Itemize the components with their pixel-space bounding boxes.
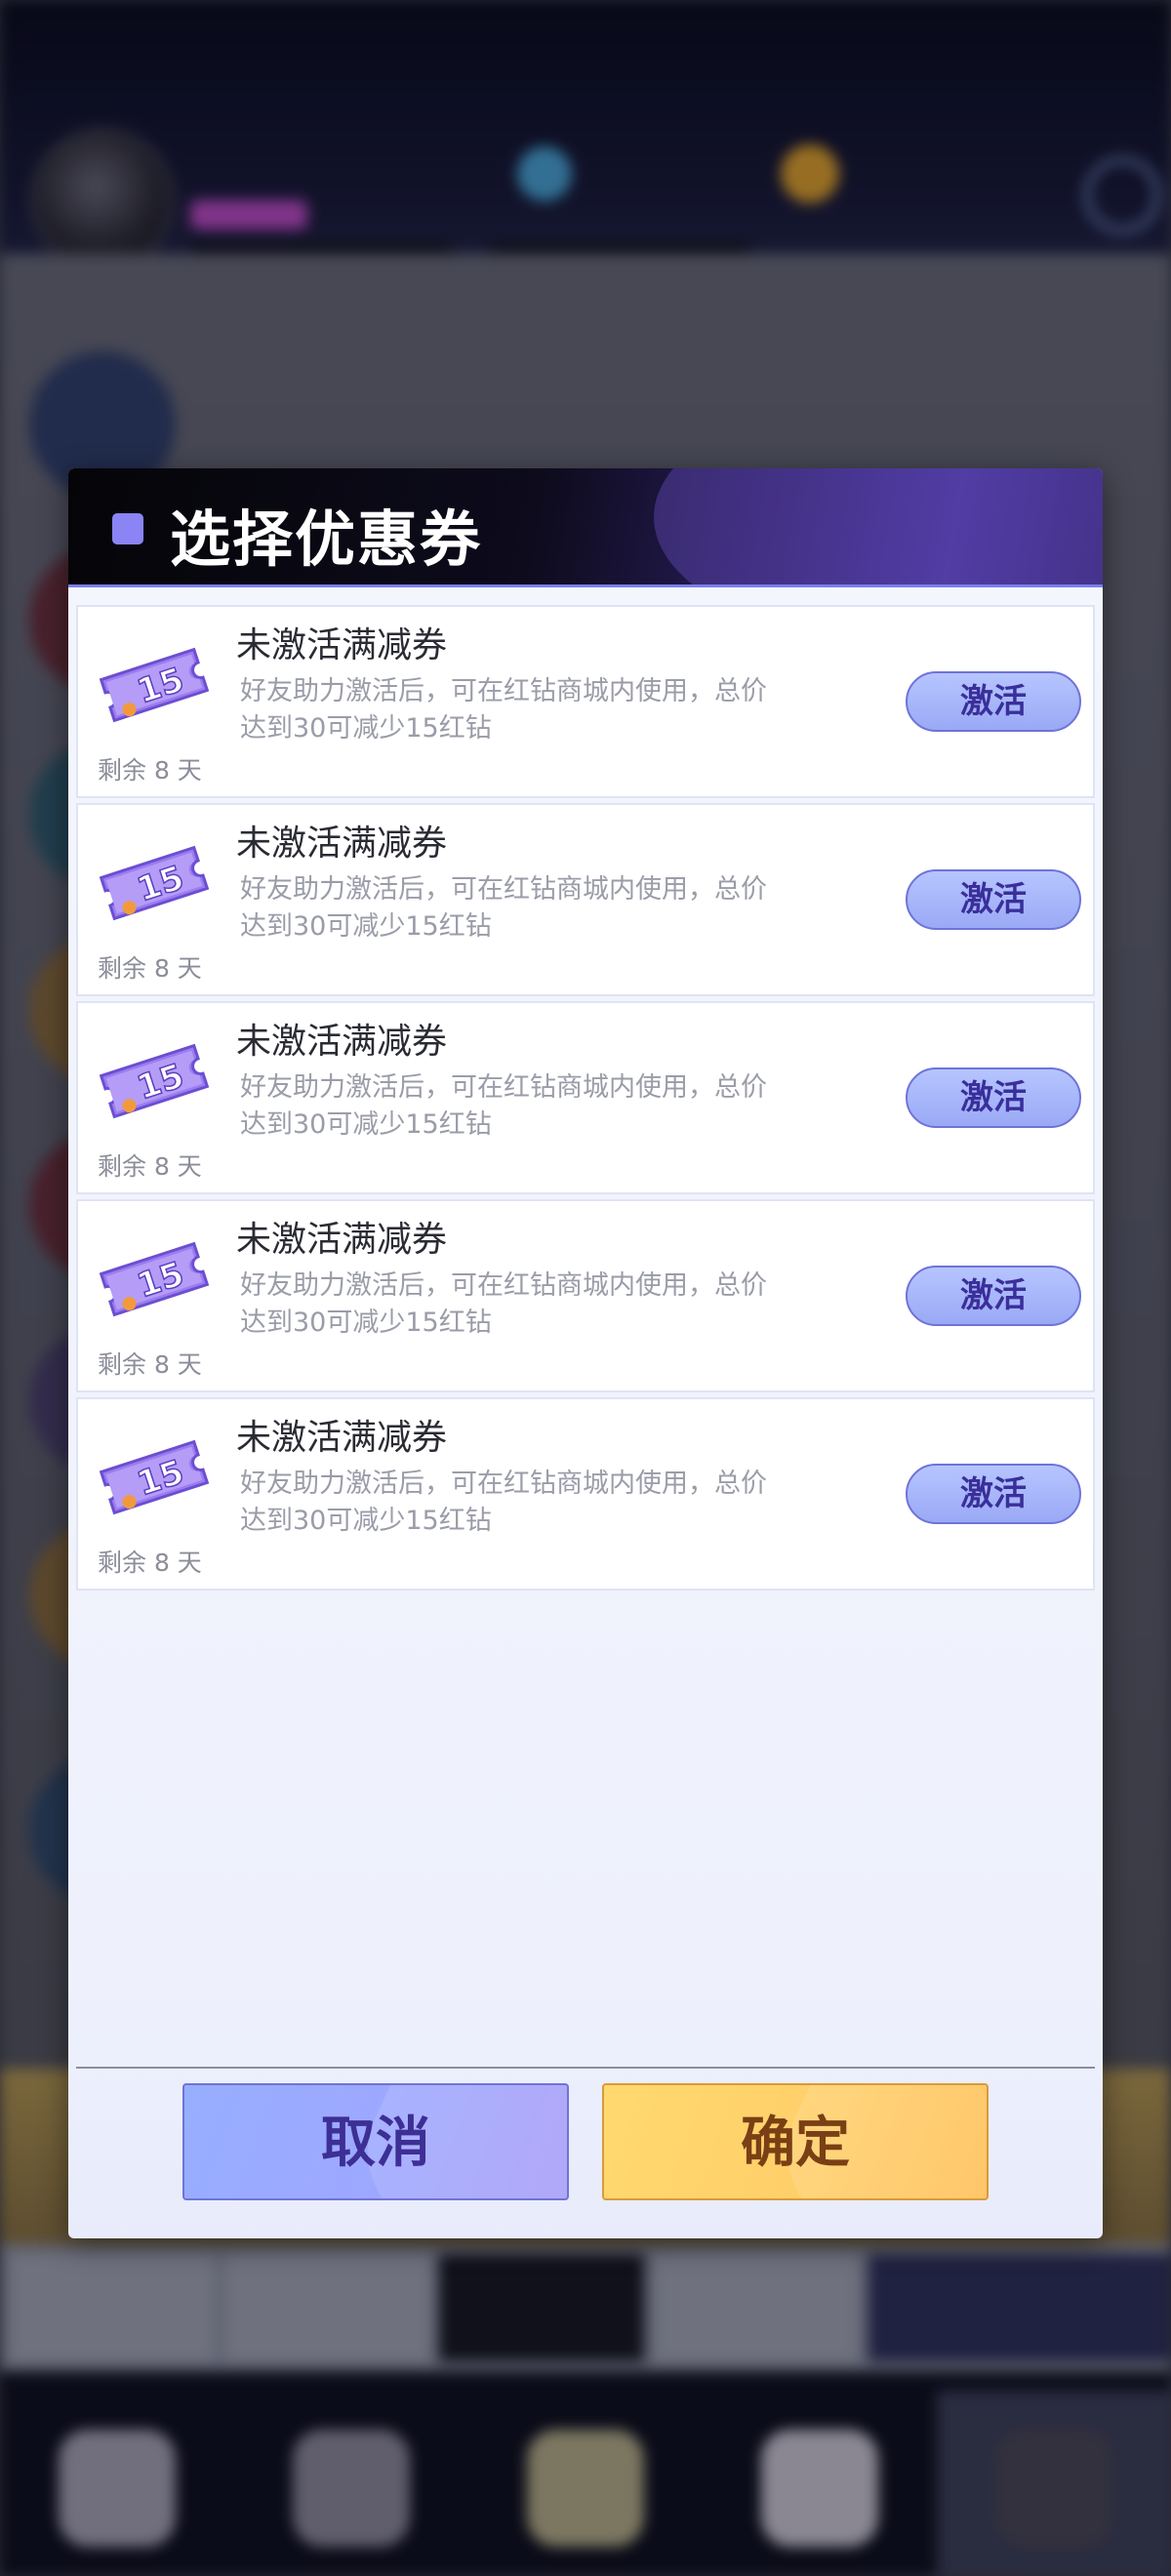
coupon-description: 好友助力激活后，可在红钻商城内使用，总价达到30可减少15红钻 (240, 1270, 767, 1338)
activate-button[interactable]: 激活 (906, 671, 1081, 732)
coupon-ticket-icon: 15 (99, 1043, 210, 1119)
activate-button[interactable]: 激活 (906, 1067, 1081, 1128)
square-marker-icon (112, 513, 143, 544)
coupon-item[interactable]: 15 剩余 8 天 未激活满减券 好友助力激活后，可在红钻商城内使用，总价达到3… (76, 605, 1095, 798)
coupon-item[interactable]: 15 剩余 8 天 未激活满减券 好友助力激活后，可在红钻商城内使用，总价达到3… (76, 1397, 1095, 1590)
coupon-remaining: 剩余 8 天 (98, 1350, 202, 1379)
coupon-item[interactable]: 15 剩余 8 天 未激活满减券 好友助力激活后，可在红钻商城内使用，总价达到3… (76, 1001, 1095, 1194)
header-decoration (654, 468, 1103, 584)
coupon-remaining: 剩余 8 天 (98, 1549, 202, 1577)
coupon-description: 好友助力激活后，可在红钻商城内使用，总价达到30可减少15红钻 (240, 1072, 767, 1140)
coupon-title: 未激活满减券 (236, 1220, 448, 1260)
coupon-title: 未激活满减券 (236, 824, 448, 864)
coupon-ticket-icon: 15 (99, 647, 210, 723)
coupon-remaining: 剩余 8 天 (98, 954, 202, 983)
coupon-ticket-icon: 15 (99, 1241, 210, 1317)
cancel-button-label: 取消 (321, 2111, 430, 2175)
coupon-item[interactable]: 15 剩余 8 天 未激活满减券 好友助力激活后，可在红钻商城内使用，总价达到3… (76, 803, 1095, 996)
coupon-item[interactable]: 15 剩余 8 天 未激活满减券 好友助力激活后，可在红钻商城内使用，总价达到3… (76, 1199, 1095, 1392)
cancel-button[interactable]: 取消 (182, 2083, 569, 2200)
confirm-button[interactable]: 确定 (602, 2083, 989, 2200)
activate-button[interactable]: 激活 (906, 1266, 1081, 1326)
coupon-ticket-icon: 15 (99, 845, 210, 921)
confirm-button-label: 确定 (741, 2111, 850, 2175)
coupon-description: 好友助力激活后，可在红钻商城内使用，总价达到30可减少15红钻 (240, 874, 767, 942)
coupon-description: 好友助力激活后，可在红钻商城内使用，总价达到30可减少15红钻 (240, 1469, 767, 1536)
activate-button[interactable]: 激活 (906, 1464, 1081, 1524)
coupon-title: 未激活满减券 (236, 1418, 448, 1458)
coupon-remaining: 剩余 8 天 (98, 1152, 202, 1181)
coupon-dialog: 选择优惠券 15 剩余 8 天 未激活满减券 好友助力激活后，可在红钻商城内使用… (68, 468, 1103, 2238)
coupon-description: 好友助力激活后，可在红钻商城内使用，总价达到30可减少15红钻 (240, 676, 767, 744)
dialog-title: 选择优惠券 (170, 503, 483, 575)
footer-divider (76, 2067, 1095, 2069)
coupon-title: 未激活满减券 (236, 625, 448, 665)
dialog-header: 选择优惠券 (68, 468, 1103, 587)
coupon-ticket-icon: 15 (99, 1439, 210, 1515)
coupon-remaining: 剩余 8 天 (98, 756, 202, 785)
coupon-title: 未激活满减券 (236, 1022, 448, 1062)
coupon-list: 15 剩余 8 天 未激活满减券 好友助力激活后，可在红钻商城内使用，总价达到3… (76, 605, 1095, 1595)
activate-button[interactable]: 激活 (906, 869, 1081, 930)
